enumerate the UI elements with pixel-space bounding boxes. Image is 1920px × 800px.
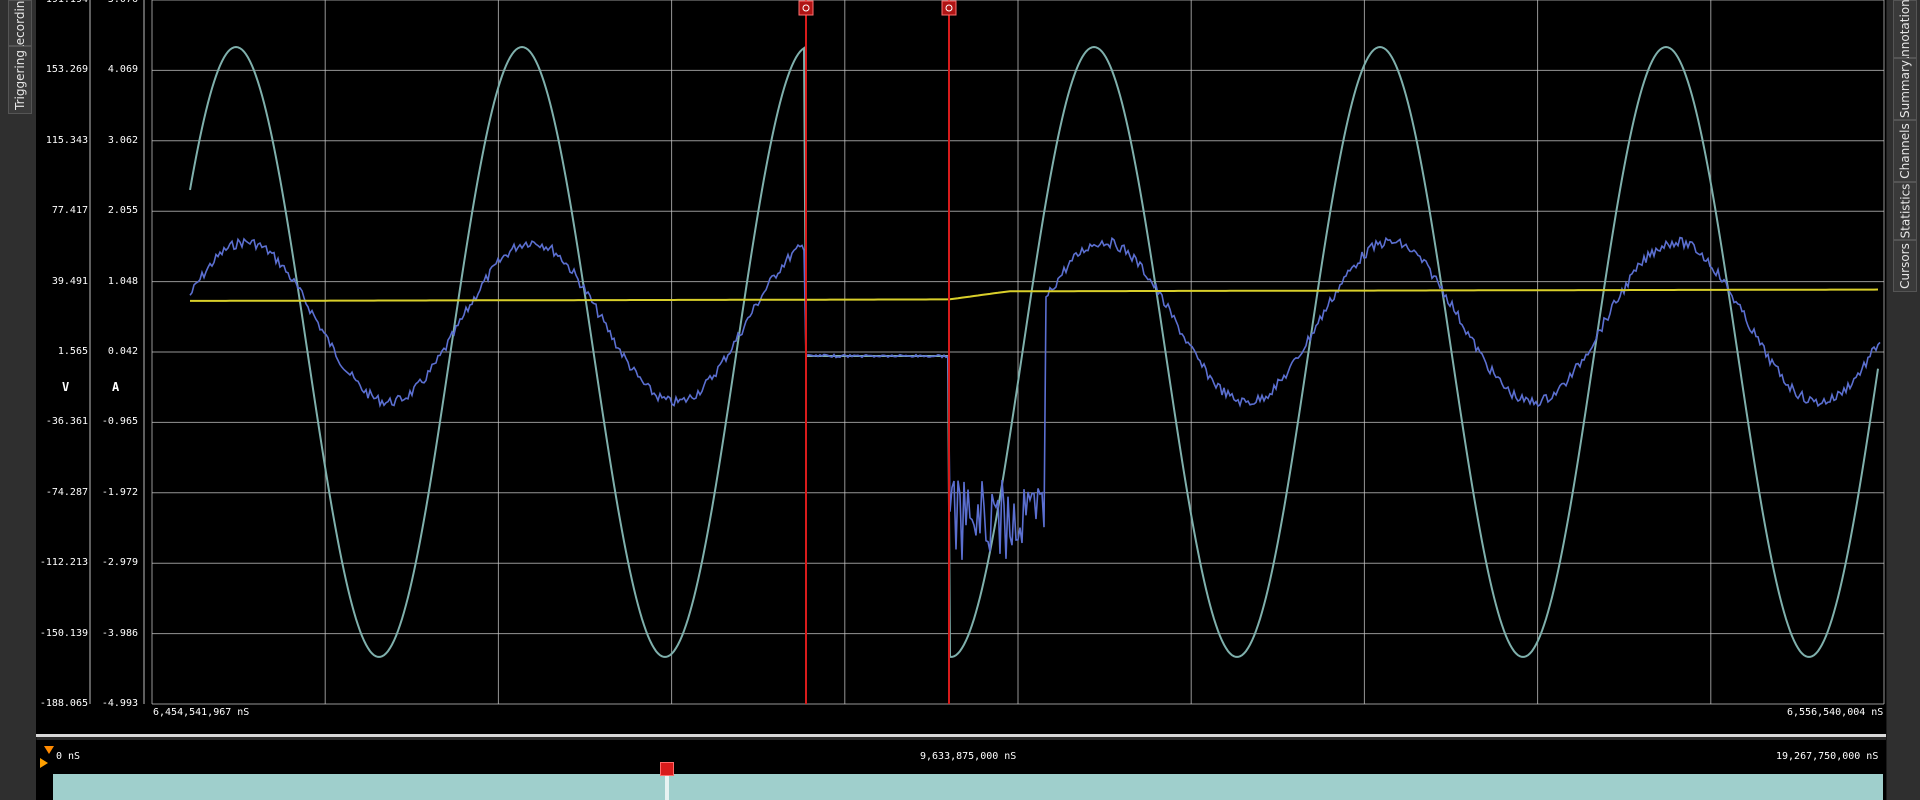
overview-timeline[interactable]: 0 nS 9,633,875,000 nS 19,267,750,000 nS (36, 740, 1886, 800)
current-tick-label: 4.069 (107, 64, 138, 76)
overview-viewport-stem[interactable] (665, 776, 669, 800)
tab-triggering-label: Triggering (13, 50, 28, 110)
voltage-tick-label: 77.417 (51, 205, 88, 217)
voltage-tick-label: -188.065 (39, 698, 88, 709)
current-tick-label: 1.048 (107, 275, 138, 287)
overview-viewport-handle[interactable] (660, 762, 674, 776)
right-tab-strip: Annotations Summary Channels Statistics … (1886, 0, 1920, 800)
app-window: Recording Triggering 191.194 153.269 115.3… (0, 0, 1920, 800)
waveform-plot[interactable] (36, 0, 1886, 734)
current-tick-label: -4.993 (101, 698, 138, 709)
overview-mid-label: 9,633,875,000 nS (920, 751, 1017, 762)
overview-signal-band[interactable] (53, 774, 1883, 800)
current-tick-label: 5.076 (108, 0, 138, 5)
current-tick-label: -3.986 (101, 627, 138, 639)
tab-statistics[interactable]: Statistics (1893, 182, 1917, 240)
voltage-tick-label: -36.361 (45, 416, 88, 428)
current-tick-label: 2.055 (107, 205, 138, 217)
voltage-tick-label: -112.213 (39, 557, 88, 569)
voltage-unit-label: V (62, 380, 70, 394)
tab-annotations[interactable]: Annotations (1893, 0, 1917, 65)
scope-view[interactable]: 191.194 153.269 115.343 77.417 39.491 1.565 -3… (36, 0, 1886, 737)
voltage-tick-label: -150.139 (39, 627, 88, 639)
tab-cursors-label: Cursors (1898, 243, 1913, 289)
tab-statistics-label: Statistics (1898, 183, 1913, 239)
cursor-handle-icon (798, 0, 814, 16)
plot-grid (89, 0, 1885, 705)
voltage-tick-label: 39.491 (51, 275, 88, 287)
overview-start-label: 0 nS (56, 751, 81, 762)
tab-channels-label: Channels (1898, 123, 1912, 179)
current-unit-label: A (112, 380, 120, 394)
current-tick-label: 3.062 (107, 134, 138, 146)
tab-recording[interactable]: Recording (8, 0, 32, 53)
tab-channels[interactable]: Channels (1893, 120, 1917, 182)
trigger-flag-icon (44, 746, 54, 754)
voltage-tick-label: 191.194 (46, 0, 88, 5)
start-marker-icon (40, 758, 48, 768)
overview-end-label: 19,267,750,000 nS (1776, 751, 1879, 762)
tab-summary[interactable]: Summary (1893, 58, 1917, 120)
current-tick-label: 0.042 (107, 346, 138, 357)
current-tick-label: -0.965 (101, 416, 138, 428)
current-tick-label: -2.979 (101, 557, 138, 569)
tab-summary-label: Summary (1898, 60, 1912, 118)
voltage-tick-label: -74.287 (45, 486, 88, 498)
tab-triggering[interactable]: Triggering (8, 46, 32, 114)
tab-cursors[interactable]: Cursors (1893, 240, 1917, 292)
voltage-tick-label: 115.343 (45, 134, 88, 146)
tab-annotations-label: Annotations (1898, 0, 1912, 66)
time-end-label: 6,556,540,004 nS (1787, 707, 1884, 718)
left-tab-strip: Recording Triggering (0, 0, 37, 800)
voltage-tick-label: 1.565 (57, 346, 88, 357)
cursor-handle-icon (941, 0, 957, 16)
voltage-tick-label: 153.269 (45, 64, 88, 76)
time-start-label: 6,454,541,967 nS (153, 707, 250, 718)
current-tick-label: -1.972 (101, 486, 138, 498)
